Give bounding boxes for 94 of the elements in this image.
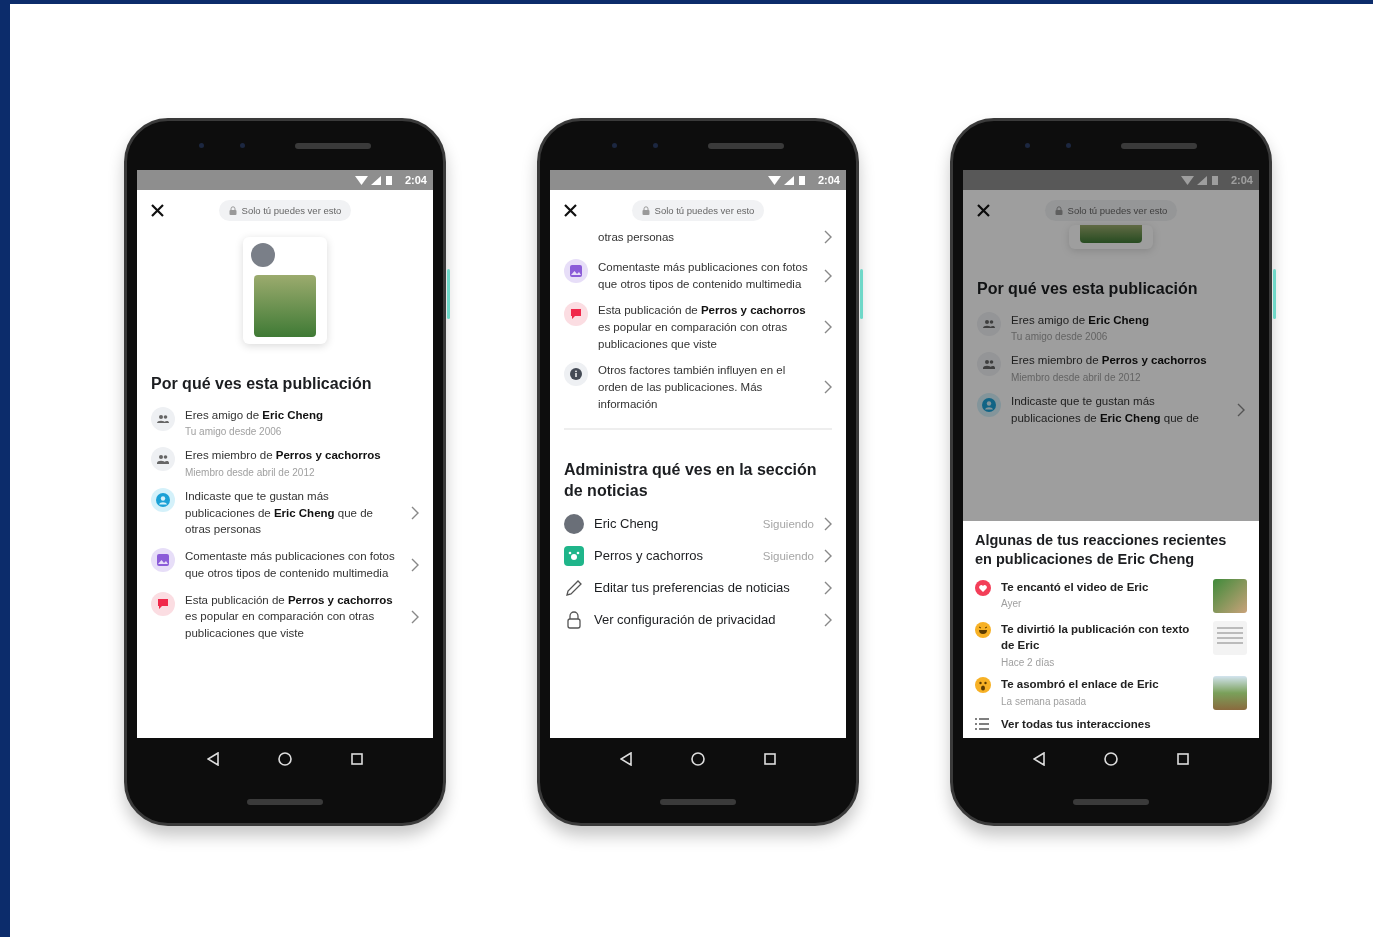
recents-icon[interactable]	[764, 753, 777, 765]
person-icon	[151, 488, 175, 513]
avatar	[564, 513, 584, 534]
photo-icon	[564, 259, 588, 283]
menu-item-label[interactable]: Editar tus preferencias de noticias	[594, 579, 814, 597]
lock-icon	[1054, 206, 1063, 215]
heart-reaction-icon	[975, 579, 991, 596]
home-icon[interactable]	[691, 752, 705, 766]
avatar	[251, 243, 275, 267]
camera-dot	[240, 143, 245, 148]
reason-text: Comentaste más publicaciones con fotos que otros tipos de contenido multimedia	[598, 260, 809, 292]
lock-icon	[564, 609, 584, 630]
sheet-heading: Algunas de tus reacciones recientes en publicaciones de Eric Cheng	[975, 530, 1228, 569]
info-icon	[564, 362, 588, 387]
chevron-icon[interactable]	[824, 268, 832, 283]
chevron-icon[interactable]	[824, 580, 832, 595]
back-icon[interactable]	[619, 752, 632, 766]
camera-dot	[1025, 143, 1030, 148]
reaction-text: Te asombró el enlace de Eric	[1001, 677, 1160, 692]
chevron-icon[interactable]	[411, 557, 419, 572]
reason-text: Esta publicación de Perros y cachorros es popular en comparación con otras publicaciones que viste	[598, 303, 807, 352]
reason-text: Eres miembro de Perros y cachorros	[1011, 353, 1208, 369]
chevron-icon[interactable]	[411, 506, 419, 521]
privacy-label: Solo tú puedes ver esto	[241, 205, 342, 216]
section-heading: Por qué ves esta publicación	[977, 279, 1199, 299]
back-icon[interactable]	[206, 752, 219, 766]
photo-placeholder	[254, 275, 316, 337]
reason-text: Comentaste más publicaciones con fotos que otros tipos de contenido multimedia	[185, 549, 396, 581]
status-time: 2:04	[1230, 174, 1253, 186]
group-icon	[977, 352, 1001, 377]
reason-text: Otros factores también influyen en el orden de las publicaciones. Más información	[598, 363, 787, 412]
camera-dot	[653, 143, 658, 148]
reason-text: otras personas	[598, 229, 676, 245]
privacy-label: Solo tú puedes ver esto	[654, 205, 755, 216]
reaction-text: Te divirtió la publicación con texto de Eric	[1001, 621, 1191, 654]
chevron-icon[interactable]	[824, 516, 832, 531]
photo-placeholder	[1080, 225, 1142, 243]
friends-icon	[151, 406, 175, 431]
follow-status: Siguiendo	[762, 517, 814, 530]
status-time: 2:04	[817, 174, 840, 186]
reason-text: Eres amigo de Eric Cheng	[1011, 312, 1151, 328]
chevron-icon[interactable]	[824, 320, 832, 335]
view-all-link[interactable]: Ver todas tus interacciones	[1001, 718, 1151, 730]
laughing-emoji-icon	[975, 621, 991, 638]
section-heading: Administra qué ves en la sección de noticias	[564, 460, 818, 502]
close-icon[interactable]	[151, 204, 164, 217]
camera-dot	[199, 143, 204, 148]
camera-dot	[612, 143, 617, 148]
friends-icon	[977, 311, 1001, 336]
chevron-icon[interactable]	[1237, 402, 1245, 417]
recents-icon[interactable]	[351, 753, 364, 765]
chevron-icon[interactable]	[824, 612, 832, 627]
reason-subtitle: Tu amigo desde 2006	[185, 426, 283, 438]
lock-icon	[641, 206, 650, 215]
chevron-icon[interactable]	[824, 230, 832, 244]
reaction-time: Ayer	[1001, 598, 1023, 610]
reason-text: Indicaste que te gustan más publicaciones de Eric Cheng que de	[1011, 394, 1200, 426]
chevron-icon[interactable]	[824, 548, 832, 563]
privacy-label: Solo tú puedes ver esto	[1067, 205, 1168, 216]
list-icon	[975, 718, 989, 730]
reason-text: Eres amigo de Eric Cheng	[185, 407, 325, 423]
close-icon[interactable]	[564, 204, 577, 217]
comment-icon	[564, 302, 588, 327]
menu-item-label[interactable]: Perros y cachorros	[594, 547, 753, 565]
follow-status: Siguiendo	[762, 549, 814, 562]
reason-text: Esta publicación de Perros y cachorros es popular en comparación con otras publicaciones que viste	[185, 592, 394, 641]
photo-placeholder	[1213, 578, 1247, 613]
group-icon	[151, 447, 175, 472]
comment-icon	[151, 591, 175, 616]
reason-subtitle: Miembro desde abril de 2012	[185, 467, 316, 479]
photo-icon	[151, 548, 175, 573]
chevron-icon[interactable]	[411, 609, 419, 624]
menu-item-label[interactable]: Eric Cheng	[594, 515, 753, 533]
reaction-text: Te encantó el video de Eric	[1001, 579, 1150, 595]
menu-item-label[interactable]: Ver configuración de privacidad	[594, 611, 814, 629]
photo-placeholder	[1213, 676, 1247, 710]
reason-text: Indicaste que te gustan más publicaciones de Eric Cheng que de otras personas	[185, 489, 374, 538]
reaction-time: La semana pasada	[1001, 695, 1088, 707]
close-icon[interactable]	[977, 204, 990, 217]
back-icon[interactable]	[1032, 752, 1045, 766]
lock-icon	[228, 206, 237, 215]
chevron-icon[interactable]	[824, 380, 832, 395]
reaction-time: Hace 2 días	[1001, 657, 1056, 668]
person-icon	[977, 393, 1001, 418]
home-icon[interactable]	[1104, 752, 1118, 766]
status-time: 2:04	[404, 174, 427, 186]
text-post-thumbnail	[1213, 620, 1247, 655]
camera-dot	[1066, 143, 1071, 148]
section-heading: Por qué ves esta publicación	[151, 374, 373, 394]
reason-text: Eres miembro de Perros y cachorros	[185, 448, 382, 464]
group-icon	[564, 545, 584, 566]
recents-icon[interactable]	[1177, 753, 1190, 765]
surprised-emoji-icon	[975, 677, 991, 693]
home-icon[interactable]	[278, 752, 292, 766]
